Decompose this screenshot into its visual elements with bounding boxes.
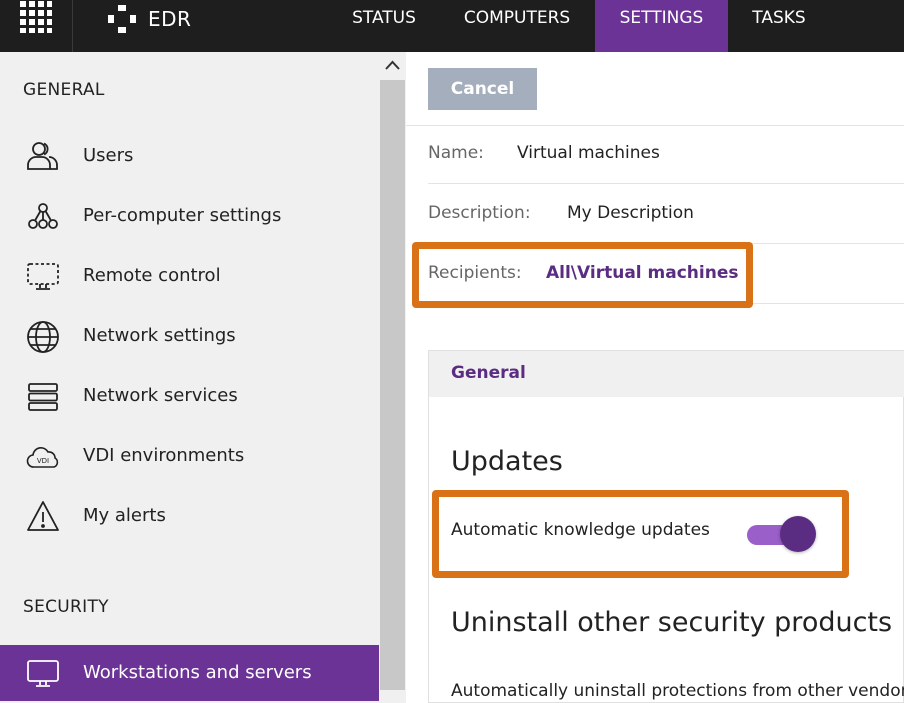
brand[interactable]: EDR (106, 3, 191, 35)
top-navigation-bar: EDR STATUS COMPUTERS SETTINGS TASKS (0, 0, 904, 52)
globe-icon (27, 321, 59, 353)
toggle-knob (780, 516, 816, 552)
sidebar-heading-general: GENERAL (23, 80, 105, 100)
automatic-knowledge-updates-toggle[interactable] (747, 516, 819, 552)
sidebar-item-label: Per-computer settings (83, 205, 282, 226)
server-stack-icon (28, 383, 58, 411)
sidebar-item-label: Network settings (83, 325, 236, 346)
cancel-button[interactable]: Cancel (428, 68, 537, 110)
sidebar-item-vdi-environments[interactable]: VDI VDI environments (0, 428, 379, 484)
sidebar-item-users[interactable]: Users (0, 128, 379, 184)
recipients-link[interactable]: All\Virtual machines (546, 263, 738, 283)
svg-text:VDI: VDI (37, 457, 49, 465)
sidebar-item-label: Remote control (83, 265, 221, 286)
description-field-row: Description: My Description (428, 184, 904, 244)
sidebar-heading-security: SECURITY (23, 597, 109, 617)
sidebar-item-network-settings[interactable]: Network settings (0, 308, 379, 364)
sidebar-item-label: My alerts (83, 505, 166, 526)
app-grid-icon[interactable] (20, 1, 52, 33)
card-header: General (429, 351, 904, 397)
tab-computers[interactable]: COMPUTERS (448, 0, 586, 52)
network-nodes-icon (28, 203, 58, 229)
tab-settings[interactable]: SETTINGS (595, 0, 728, 52)
remote-screen-icon (27, 263, 59, 290)
monitor-icon (27, 660, 59, 687)
description-value[interactable]: My Description (567, 203, 694, 223)
toolbar: Cancel (406, 52, 904, 126)
updates-section-title: Updates (451, 446, 563, 477)
sidebar-item-network-services[interactable]: Network services (0, 368, 379, 424)
sidebar-scrollbar[interactable] (379, 52, 406, 703)
sidebar-item-label: Users (83, 145, 134, 166)
topbar-divider (72, 0, 73, 52)
uninstall-description: Automatically uninstall protections from… (451, 681, 904, 701)
users-icon (27, 142, 58, 170)
tab-status[interactable]: STATUS (336, 0, 432, 52)
scrollbar-thumb[interactable] (380, 80, 405, 690)
chevron-up-icon[interactable] (379, 52, 406, 79)
tab-general[interactable]: General (451, 363, 526, 383)
tab-tasks[interactable]: TASKS (740, 0, 818, 52)
name-label: Name: (428, 143, 484, 163)
sidebar-item-label: Workstations and servers (83, 662, 312, 683)
sidebar-item-remote-control[interactable]: Remote control (0, 248, 379, 304)
warning-icon (27, 501, 59, 531)
main-content: Cancel Name: Virtual machines Descriptio… (406, 52, 904, 703)
name-value[interactable]: Virtual machines (517, 143, 660, 163)
automatic-knowledge-updates-label: Automatic knowledge updates (451, 520, 710, 540)
description-label: Description: (428, 203, 531, 223)
vdi-cloud-icon: VDI (26, 447, 59, 468)
uninstall-section-title: Uninstall other security products (451, 607, 893, 638)
sidebar-item-per-computer-settings[interactable]: Per-computer settings (0, 188, 379, 244)
sidebar-item-workstations-and-servers[interactable]: Workstations and servers (0, 645, 379, 701)
brand-name: EDR (148, 7, 192, 31)
recipients-label: Recipients: (428, 263, 522, 283)
sidebar-item-label: VDI environments (83, 445, 245, 466)
recipients-field-row: Recipients: All\Virtual machines (428, 244, 904, 304)
brand-logo-icon (108, 5, 136, 33)
sidebar-item-label: Network services (83, 385, 238, 406)
settings-card: General Updates Automatic knowledge upda… (428, 350, 904, 703)
sidebar: GENERAL Users Per-computer settings Remo… (0, 52, 379, 703)
name-field-row: Name: Virtual machines (428, 124, 904, 184)
sidebar-item-my-alerts[interactable]: My alerts (0, 488, 379, 544)
